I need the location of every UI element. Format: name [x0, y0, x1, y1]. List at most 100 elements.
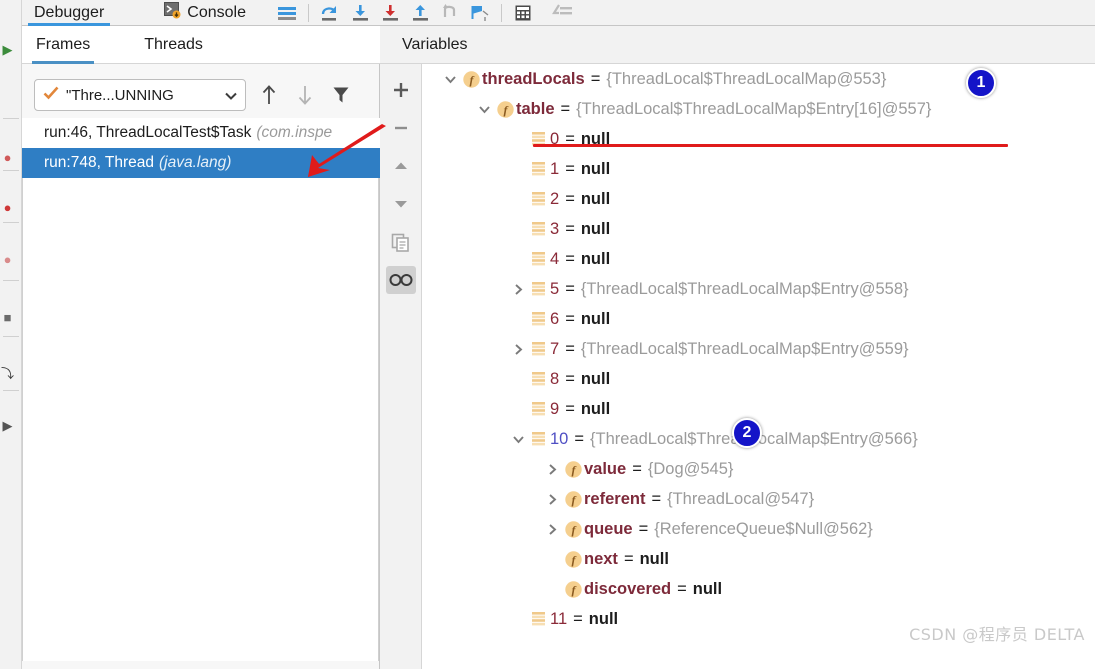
- equals-sign: =: [638, 519, 649, 538]
- equals-sign: =: [565, 189, 575, 208]
- step-out-icon[interactable]: [405, 1, 435, 25]
- variable-name: threadLocals: [482, 69, 585, 88]
- chevron-right-icon[interactable]: [542, 484, 562, 514]
- var-index-1[interactable]: 1 = null: [422, 154, 1095, 184]
- var-index-2[interactable]: 2 = null: [422, 184, 1095, 214]
- tab-debugger-label: Debugger: [34, 3, 105, 21]
- chevron-right-icon[interactable]: [542, 454, 562, 484]
- var-index-3[interactable]: 3 = null: [422, 214, 1095, 244]
- chevron-down-icon[interactable]: [440, 64, 460, 94]
- chevron-down-icon: [225, 87, 237, 104]
- evaluate-expression-icon[interactable]: [508, 1, 538, 25]
- move-watch-down-button[interactable]: [386, 190, 416, 218]
- run-marker-icon[interactable]: ▶: [0, 38, 22, 60]
- variable-name: table: [516, 99, 555, 118]
- tab-debugger[interactable]: Debugger: [22, 0, 116, 26]
- variable-value: null: [639, 549, 669, 568]
- chevron-right-icon[interactable]: [542, 514, 562, 544]
- variable-name: referent: [584, 489, 646, 508]
- tab-threads[interactable]: Threads: [130, 26, 217, 64]
- var-value[interactable]: f value = {Dog@545}: [422, 454, 1095, 484]
- resume-icon[interactable]: ▶: [0, 414, 22, 436]
- frames-up-button[interactable]: [256, 82, 282, 108]
- var-discovered[interactable]: f discovered = null: [422, 574, 1095, 604]
- field-icon: f: [562, 454, 584, 484]
- array-icon: [528, 154, 550, 184]
- variable-name: queue: [584, 519, 633, 538]
- frames-list-background: [22, 118, 379, 661]
- variable-value: {ThreadLocal$ThreadLocalMap$Entry[16]@55…: [576, 99, 932, 118]
- var-index-0[interactable]: 0 = null: [422, 124, 1095, 154]
- field-icon: f: [562, 574, 584, 604]
- field-icon: f: [562, 514, 584, 544]
- layout-settings-icon[interactable]: [272, 1, 302, 25]
- frames-filter-button[interactable]: [328, 82, 354, 108]
- var-next[interactable]: f next = null: [422, 544, 1095, 574]
- breakpoint-filled-icon[interactable]: ●: [0, 196, 22, 218]
- array-icon: [528, 334, 550, 364]
- gutter-divider: [3, 170, 19, 171]
- show-watches-button[interactable]: [385, 266, 416, 294]
- variables-panel-header: Variables: [380, 26, 1095, 64]
- variable-name: 5: [550, 279, 560, 298]
- equals-sign: =: [565, 219, 575, 238]
- variable-value: {ThreadLocal$ThreadLocalMap$Entry@558}: [580, 279, 909, 298]
- var-index-8[interactable]: 8 = null: [422, 364, 1095, 394]
- variable-name: 8: [550, 369, 560, 388]
- sort-variables-icon[interactable]: [548, 1, 578, 25]
- force-step-into-icon[interactable]: [375, 1, 405, 25]
- var-index-4[interactable]: 4 = null: [422, 244, 1095, 274]
- equals-sign: =: [565, 249, 575, 268]
- chevron-right-icon[interactable]: [508, 334, 528, 364]
- array-icon: [528, 394, 550, 424]
- chevron-down-icon[interactable]: [474, 94, 494, 124]
- variables-tree[interactable]: f threadLocals = {ThreadLocal$ThreadLocalMa…: [422, 64, 1095, 669]
- breakpoint-red-icon[interactable]: ●: [0, 146, 22, 168]
- var-index-6[interactable]: 6 = null: [422, 304, 1095, 334]
- equals-sign: =: [565, 159, 575, 178]
- remove-watch-button[interactable]: [386, 114, 416, 142]
- equals-sign: =: [565, 279, 575, 298]
- stop-square-icon[interactable]: ■: [0, 306, 22, 328]
- var-queue[interactable]: f queue = {ReferenceQueue$Null@562}: [422, 514, 1095, 544]
- run-to-cursor-icon[interactable]: [465, 1, 495, 25]
- breakpoint-muted-icon[interactable]: ●: [0, 248, 22, 270]
- tab-console[interactable]: Console: [152, 0, 258, 26]
- var-referent[interactable]: f referent = {ThreadLocal@547}: [422, 484, 1095, 514]
- variable-value: {Dog@545}: [647, 459, 734, 478]
- equals-sign: =: [565, 369, 575, 388]
- variable-name: 2: [550, 189, 560, 208]
- drop-frame-icon[interactable]: [435, 1, 465, 25]
- console-icon: [164, 1, 181, 24]
- step-over-icon[interactable]: ⤵: [0, 362, 22, 384]
- variable-value: null: [580, 399, 611, 418]
- tab-frames[interactable]: Frames: [22, 26, 104, 64]
- chevron-down-icon[interactable]: [508, 424, 528, 454]
- array-icon: [528, 364, 550, 394]
- frames-down-button[interactable]: [292, 82, 318, 108]
- variable-name: 9: [550, 399, 560, 418]
- equals-sign: =: [565, 399, 575, 418]
- move-watch-up-button[interactable]: [386, 152, 416, 180]
- step-over-icon[interactable]: [315, 1, 345, 25]
- variable-name: 4: [550, 249, 560, 268]
- add-watch-button[interactable]: [386, 76, 416, 104]
- thread-selector-dropdown[interactable]: "Thre...UNNING: [34, 79, 246, 111]
- step-into-icon[interactable]: [345, 1, 375, 25]
- chevron-right-icon[interactable]: [508, 274, 528, 304]
- var-index-7[interactable]: 7 = {ThreadLocal$ThreadLocalMap$Entry@559}: [422, 334, 1095, 364]
- var-index-9[interactable]: 9 = null: [422, 394, 1095, 424]
- var-table[interactable]: f table = {ThreadLocal$ThreadLocalMap$Entry…: [422, 94, 1095, 124]
- array-icon: [528, 244, 550, 274]
- var-index-5[interactable]: 5 = {ThreadLocal$ThreadLocalMap$Entry@558}: [422, 274, 1095, 304]
- variable-value: {ThreadLocal$ThreadLocalMap@553}: [606, 69, 887, 88]
- copy-value-button[interactable]: [386, 228, 416, 256]
- variable-name: 6: [550, 309, 560, 328]
- array-icon: [528, 184, 550, 214]
- gutter-divider: [3, 118, 19, 119]
